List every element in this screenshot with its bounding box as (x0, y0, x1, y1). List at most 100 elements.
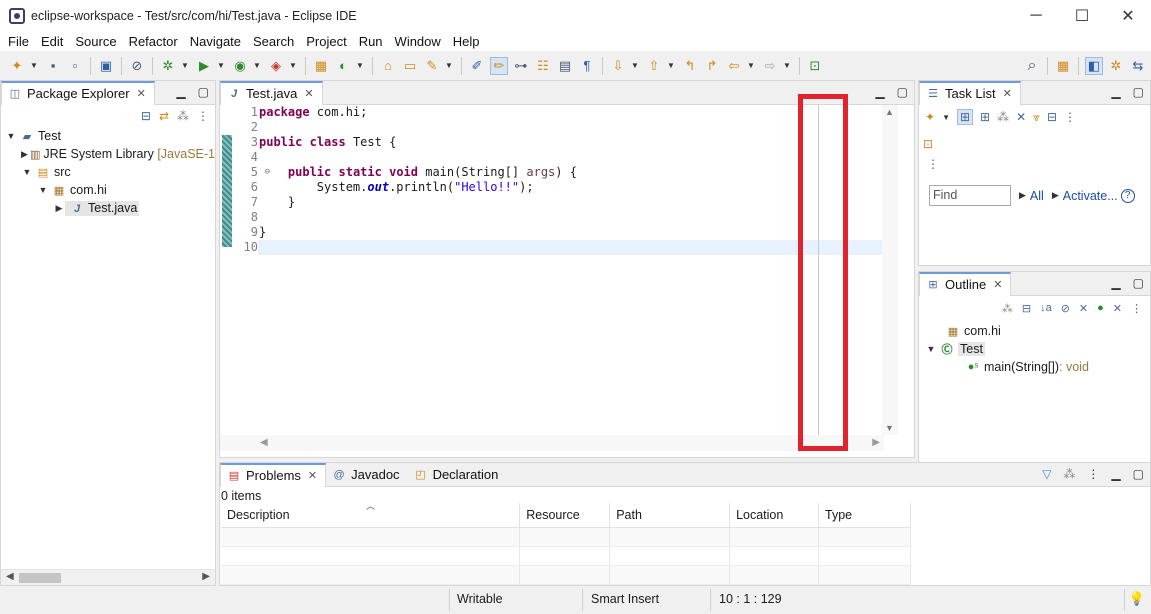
menu-search[interactable]: Search (247, 34, 300, 49)
view-menu-icon[interactable]: ⋮ (197, 109, 209, 123)
filter-icon[interactable]: ⁂ (997, 110, 1009, 124)
debug-dropdown-icon[interactable]: ▼ (181, 57, 189, 75)
tab-package-explorer[interactable]: ◫ Package Explorer ✕ (1, 80, 155, 105)
focus-icon[interactable]: ⩔ (1033, 110, 1040, 125)
collapse-all-icon[interactable]: ⊟ (1022, 302, 1031, 315)
prev-annotation-icon[interactable]: ⇧ (645, 57, 663, 75)
menu-run[interactable]: Run (353, 34, 389, 49)
show-whitespace-icon[interactable]: ☷ (534, 57, 552, 75)
chevron-right-icon[interactable]: ▶ (53, 203, 65, 214)
menu-file[interactable]: File (2, 34, 35, 49)
minimize-icon[interactable]: ▁ (1111, 467, 1120, 481)
menu-project[interactable]: Project (300, 34, 352, 49)
editor-horizontal-scrollbar[interactable]: ◀ ▶ (220, 435, 884, 451)
search-icon[interactable]: ⌕ (1023, 57, 1041, 75)
chevron-down-icon[interactable]: ▼ (5, 131, 17, 141)
scroll-right-icon[interactable]: ▶ (872, 437, 880, 448)
tab-outline[interactable]: ⊞ Outline ✕ (919, 271, 1012, 296)
tree-item-file[interactable]: ▶ J Test.java (1, 199, 215, 217)
outline-item-method[interactable]: ●ˢ main(String[]) : void (919, 358, 1150, 376)
activate-link[interactable]: Activate... (1063, 189, 1118, 203)
chevron-right-icon[interactable]: ▶ (21, 149, 28, 160)
last-edit-icon[interactable]: ↰ (681, 57, 699, 75)
minimize-icon[interactable]: ▁ (176, 85, 185, 99)
back-dropdown-icon[interactable]: ▼ (747, 57, 755, 75)
hide-completed-icon[interactable]: ✕ (1016, 110, 1026, 124)
run-dropdown-icon[interactable]: ▼ (217, 57, 225, 75)
all-link[interactable]: All (1030, 189, 1044, 203)
menu-help[interactable]: Help (447, 34, 486, 49)
close-icon[interactable]: ✕ (304, 87, 313, 100)
new-dropdown-icon[interactable]: ▼ (30, 57, 38, 75)
help-icon[interactable]: ? (1120, 188, 1135, 203)
hide-non-public-icon[interactable]: ● (1097, 302, 1104, 314)
external-tools-dropdown-icon[interactable]: ▼ (289, 57, 297, 75)
sort-icon[interactable]: ↓a (1040, 302, 1052, 314)
next-annotation-dropdown-icon[interactable]: ▼ (631, 57, 639, 75)
save-icon[interactable]: ▪ (44, 57, 62, 75)
new-task-icon[interactable]: ✦ (925, 110, 935, 124)
tab-declaration[interactable]: ◰ Declaration (408, 463, 507, 487)
view-menu-icon[interactable]: ⋮ (1131, 302, 1142, 315)
menu-edit[interactable]: Edit (35, 34, 69, 49)
new-java-package-icon[interactable]: ▦ (312, 57, 330, 75)
outline-item-class[interactable]: ▼ Ⓒ Test (919, 340, 1150, 358)
maximize-button[interactable]: ☐ (1059, 0, 1105, 31)
external-tools-icon[interactable]: ◈ (267, 57, 285, 75)
pilcrow-icon[interactable]: ¶ (578, 57, 596, 75)
chevron-down-icon[interactable]: ▼ (21, 167, 33, 177)
close-icon[interactable]: ✕ (993, 278, 1002, 291)
hide-local-types-icon[interactable]: ✕ (1113, 302, 1122, 315)
code-editor[interactable]: 1 2 3 4 5 ⊖ 6 7 8 9 10 package com.hi; pu… (220, 105, 884, 435)
minimize-button[interactable]: ─ (1013, 0, 1059, 31)
scroll-left-icon[interactable]: ◀ (6, 571, 14, 582)
coverage-icon[interactable]: ◉ (231, 57, 249, 75)
code-lines[interactable]: package com.hi; public class Test { publ… (258, 105, 884, 255)
collapse-all-icon[interactable]: ⊟ (141, 109, 151, 123)
close-icon[interactable]: ✕ (1003, 87, 1012, 100)
tree-item-jre[interactable]: ▶ ▥ JRE System Library [JavaSE-1 (1, 145, 215, 163)
terminal-icon[interactable]: ▣ (97, 57, 115, 75)
vertical-scrollbar[interactable]: ▲ ▼ (882, 105, 898, 435)
close-icon[interactable]: ✕ (308, 469, 317, 482)
debug-perspective-icon[interactable]: ✲ (1107, 57, 1125, 75)
open-type-icon[interactable]: ⌂ (379, 57, 397, 75)
group-icon[interactable]: ⁂ (1063, 467, 1075, 481)
collapse-all-icon[interactable]: ⊟ (1047, 110, 1057, 124)
scroll-right-icon[interactable]: ▶ (202, 571, 210, 582)
toggle-mark-occurrences-icon[interactable]: ✐ (468, 57, 486, 75)
maximize-icon[interactable]: ▢ (1133, 276, 1144, 290)
new-task-dropdown-icon[interactable]: ▼ (942, 113, 950, 122)
open-perspective-icon[interactable]: ▦ (1054, 57, 1072, 75)
chevron-down-icon[interactable]: ▼ (925, 344, 937, 354)
outline-item-package[interactable]: ▦ com.hi (919, 322, 1150, 340)
tree-item-src[interactable]: ▼ ▤ src (1, 163, 215, 181)
toggle-breadcrumb-icon[interactable]: ⊶ (512, 57, 530, 75)
scrollbar-thumb[interactable] (19, 573, 61, 583)
forward-icon[interactable]: ⇨ (761, 57, 779, 75)
scroll-up-icon[interactable]: ▲ (885, 107, 894, 117)
close-icon[interactable]: ✕ (137, 87, 146, 100)
filter-icon[interactable]: ▽ (1042, 467, 1051, 481)
tab-javadoc[interactable]: @ Javadoc (326, 463, 407, 487)
prev-annotation-dropdown-icon[interactable]: ▼ (667, 57, 675, 75)
tab-task-list[interactable]: ☰ Task List ✕ (919, 80, 1021, 105)
minimize-icon[interactable]: ▁ (875, 85, 884, 99)
save-all-icon[interactable]: ▫ (66, 57, 84, 75)
column-type[interactable]: Type (818, 503, 911, 528)
horizontal-scrollbar[interactable]: ◀ ▶ (1, 569, 215, 585)
run-icon[interactable]: ▶ (195, 57, 213, 75)
search-tool-icon[interactable]: ✎ (423, 57, 441, 75)
lightbulb-icon[interactable]: 💡 (1129, 591, 1145, 607)
search-dropdown-icon[interactable]: ▼ (445, 57, 453, 75)
highlight-icon[interactable]: ✏ (490, 56, 508, 75)
connector-icon[interactable]: ⊡ (923, 137, 933, 151)
block-selection-icon[interactable]: ▤ (556, 57, 574, 75)
maximize-icon[interactable]: ▢ (897, 85, 908, 99)
scheduled-icon[interactable]: ⊞ (980, 110, 990, 124)
git-perspective-icon[interactable]: ⇆ (1129, 57, 1147, 75)
minimize-icon[interactable]: ▁ (1111, 276, 1120, 290)
next-annotation-icon[interactable]: ⇩ (609, 57, 627, 75)
coverage-dropdown-icon[interactable]: ▼ (253, 57, 261, 75)
filter-icon[interactable]: ⁂ (1002, 302, 1013, 315)
